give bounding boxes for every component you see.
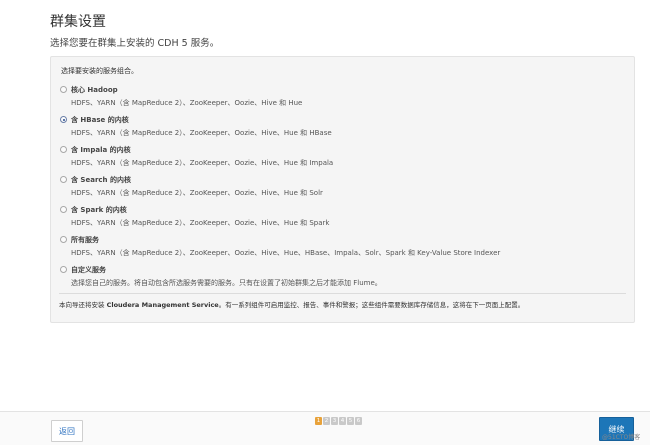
option-label: 含 Spark 的内核 xyxy=(71,206,127,214)
option-label: 所有服务 xyxy=(71,236,99,244)
step-2[interactable]: 2 xyxy=(323,417,330,425)
page-title: 群集设置 xyxy=(50,14,106,30)
radio-core-search[interactable] xyxy=(60,176,67,183)
option-label: 核心 Hadoop xyxy=(71,86,118,94)
step-5[interactable]: 5 xyxy=(347,417,354,425)
back-button[interactable]: 返回 xyxy=(51,420,83,442)
option-services: 选择您自己的服务。将自动包含所选服务需要的服务。只有在设置了初始群集之后才能添加… xyxy=(71,279,382,287)
divider xyxy=(59,293,626,294)
option-services: HDFS、YARN（含 MapReduce 2）、ZooKeeper、Oozie… xyxy=(71,99,303,107)
service-selection-panel: 选择要安装的服务组合。 核心 Hadoop HDFS、YARN（含 MapRed… xyxy=(50,56,635,323)
wizard-footer: 返回 1 2 3 4 5 6 继续 xyxy=(0,411,650,445)
option-services: HDFS、YARN（含 MapReduce 2）、ZooKeeper、Oozie… xyxy=(71,189,323,197)
radio-core-spark[interactable] xyxy=(60,206,67,213)
radio-core-hbase[interactable] xyxy=(60,116,67,123)
cluster-setup-page: 群集设置 选择您要在群集上安装的 CDH 5 服务。 选择要安装的服务组合。 核… xyxy=(0,0,650,445)
option-services: HDFS、YARN（含 MapReduce 2）、ZooKeeper、Oozie… xyxy=(71,249,501,257)
step-1[interactable]: 1 xyxy=(315,417,322,425)
option-label: 含 Search 的内核 xyxy=(71,176,131,184)
option-label: 含 Impala 的内核 xyxy=(71,146,131,154)
panel-prompt: 选择要安装的服务组合。 xyxy=(61,67,138,75)
step-6[interactable]: 6 xyxy=(355,417,362,425)
option-label: 自定义服务 xyxy=(71,266,106,274)
radio-core-impala[interactable] xyxy=(60,146,67,153)
wizard-step-indicator: 1 2 3 4 5 6 xyxy=(315,417,362,425)
note-suffix: 。有一系列组件可启用监控、报告、事件和警报；这些组件需要数据库存储信息，这将在下… xyxy=(218,301,525,309)
radio-custom-services[interactable] xyxy=(60,266,67,273)
page-subtitle: 选择您要在群集上安装的 CDH 5 服务。 xyxy=(50,38,220,49)
option-services: HDFS、YARN（含 MapReduce 2）、ZooKeeper、Oozie… xyxy=(71,129,332,137)
note-service-name: Cloudera Management Service xyxy=(106,301,219,309)
watermark: @51CTO博客 xyxy=(602,434,641,441)
radio-core-hadoop[interactable] xyxy=(60,86,67,93)
management-service-note: 本向导还将安装 Cloudera Management Service。有一系列… xyxy=(59,299,524,309)
option-label: 含 HBase 的内核 xyxy=(71,116,129,124)
option-services: HDFS、YARN（含 MapReduce 2）、ZooKeeper、Oozie… xyxy=(71,159,334,167)
option-services: HDFS、YARN（含 MapReduce 2）、ZooKeeper、Oozie… xyxy=(71,219,330,227)
step-4[interactable]: 4 xyxy=(339,417,346,425)
radio-all-services[interactable] xyxy=(60,236,67,243)
note-prefix: 本向导还将安装 xyxy=(59,301,107,309)
step-3[interactable]: 3 xyxy=(331,417,338,425)
